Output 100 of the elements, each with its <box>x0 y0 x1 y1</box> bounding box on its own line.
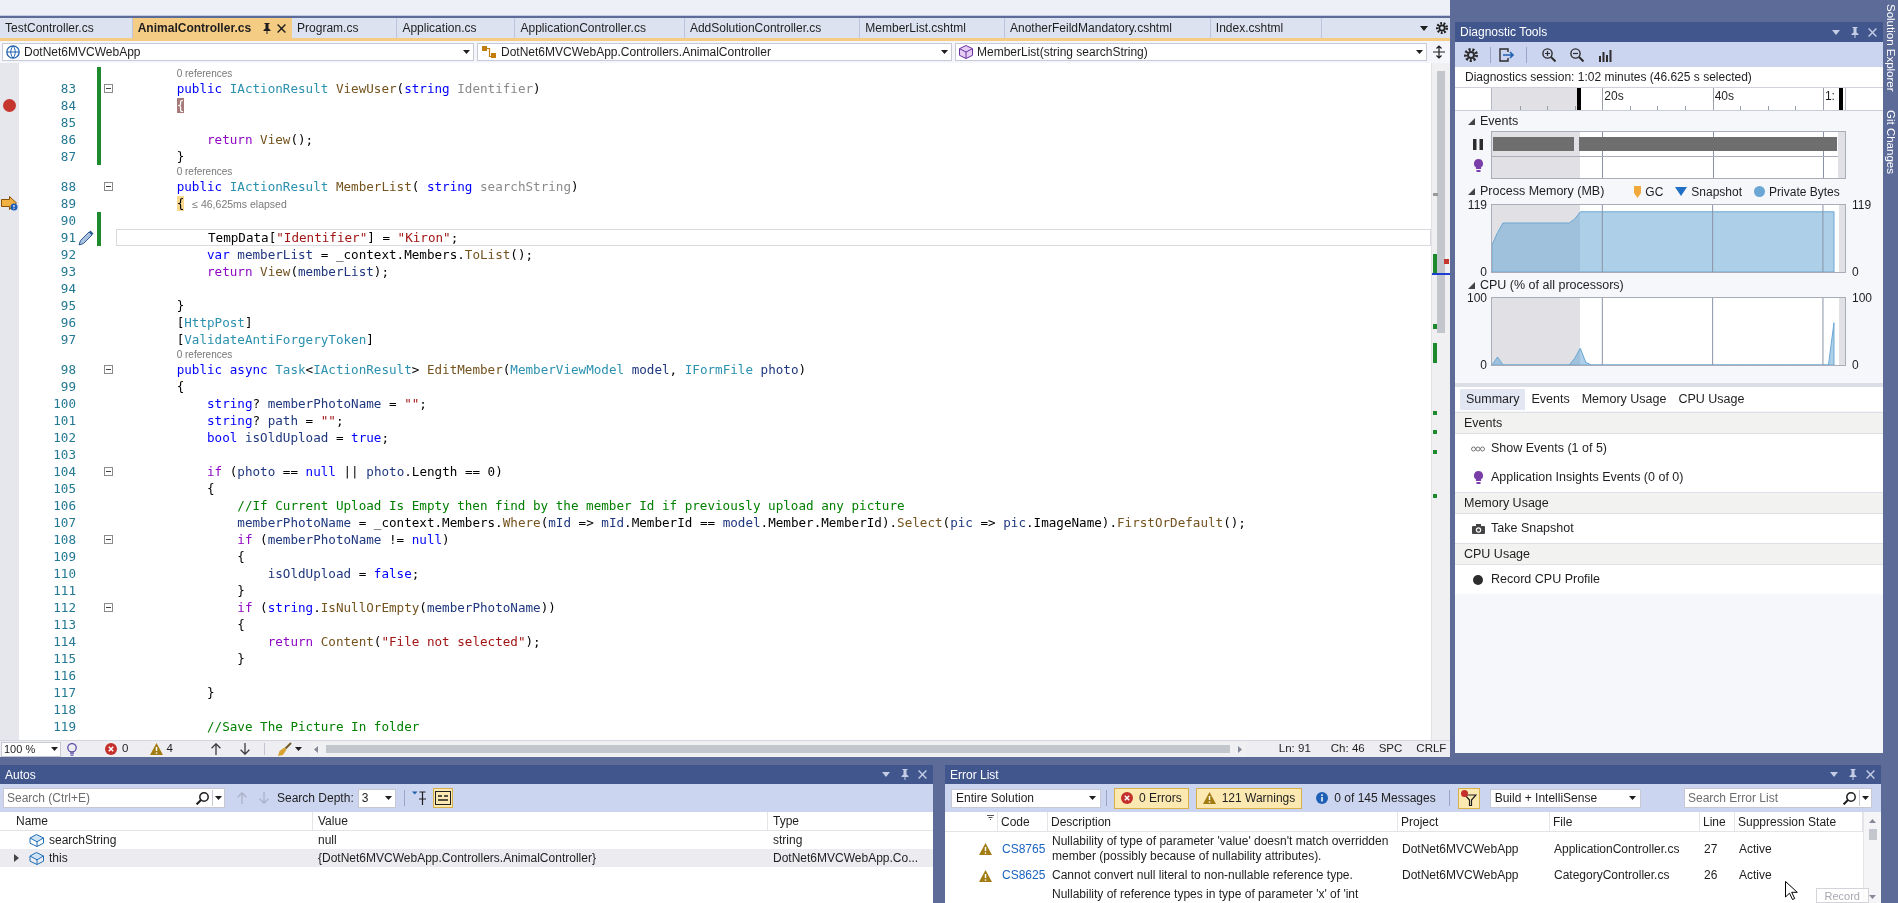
expander-icon[interactable] <box>1468 117 1475 125</box>
editor-tab[interactable]: AnimalController.cs <box>132 18 293 38</box>
up-arrow-icon[interactable] <box>210 743 221 755</box>
filter-toggle-button[interactable]: 0 of 145 Messages <box>1309 787 1443 809</box>
current-statement-icon[interactable] <box>1 196 18 211</box>
pencil-icon[interactable] <box>78 229 94 246</box>
summary-link[interactable]: Show Events (1 of 5) <box>1455 434 1883 463</box>
project-name: DotNet6MVCWebApp <box>1402 868 1519 882</box>
navigation-dropdown[interactable]: DotNet6MVCWebApp <box>2 43 474 61</box>
navigation-dropdown[interactable]: DotNet6MVCWebApp.Controllers.AnimalController <box>477 43 952 61</box>
filter-button[interactable] <box>1457 787 1480 809</box>
filter-toggle-button[interactable]: 0 Errors <box>1114 787 1189 809</box>
scroll-right-icon[interactable] <box>1237 745 1242 753</box>
error-code-link[interactable]: CS8765 <box>1002 841 1046 856</box>
expander-icon[interactable] <box>1468 188 1475 195</box>
close-icon[interactable] <box>277 23 287 33</box>
suppression-state: Active <box>1739 868 1772 882</box>
timeline-tick-label: 20s <box>1604 89 1624 103</box>
panel-tab[interactable]: Events <box>1525 388 1576 410</box>
column-filter-icon[interactable] <box>987 815 994 820</box>
chart-icon[interactable] <box>1598 47 1612 62</box>
summary-link[interactable]: Record CPU Profile <box>1455 565 1883 594</box>
error-code-link[interactable]: CS8625 <box>1002 868 1046 882</box>
down-arrow-icon[interactable] <box>239 743 250 755</box>
dropdown-icon[interactable] <box>1420 25 1428 31</box>
column-header[interactable]: Value <box>313 812 768 830</box>
split-view-icon[interactable] <box>1433 45 1445 59</box>
collapse-icon[interactable] <box>104 603 113 612</box>
panel-title: Diagnostic Tools <box>1460 24 1548 41</box>
codelens-link[interactable]: 0 references <box>176 67 233 80</box>
code-line: public async Task<IActionResult> EditMember(MemberViewModel model, IFormFile photo) <box>176 362 807 377</box>
settings-icon[interactable] <box>1464 47 1478 62</box>
warning-icon[interactable] <box>150 743 164 755</box>
breakpoint-icon[interactable] <box>3 99 16 112</box>
panel-tab[interactable]: CPU Usage <box>1672 388 1751 410</box>
source-dropdown[interactable]: Build + IntelliSense <box>1489 788 1641 808</box>
summary-link[interactable]: Take Snapshot <box>1455 514 1883 543</box>
collapse-icon[interactable] <box>104 84 113 93</box>
panel-tab[interactable]: Summary <box>1460 388 1526 410</box>
column-header[interactable]: Code <box>998 812 1048 831</box>
column-header[interactable]: Line <box>1700 812 1735 831</box>
line-number: 88 <box>60 179 76 194</box>
error-count[interactable]: 0 <box>122 740 129 758</box>
codelens-link[interactable]: 0 references <box>176 165 233 178</box>
export-icon[interactable] <box>1499 47 1515 62</box>
zoom-dropdown[interactable]: 100 % <box>1 741 61 757</box>
scrollbar-thumb[interactable] <box>1868 829 1877 840</box>
collapse-icon[interactable] <box>104 365 113 374</box>
whitespace-indicator[interactable]: SPC <box>1378 740 1403 758</box>
panel-tab[interactable]: Memory Usage <box>1575 388 1673 410</box>
change-marker <box>1433 343 1437 363</box>
vertical-scrollbar[interactable] <box>1431 63 1450 740</box>
pin-icon[interactable] <box>263 22 272 34</box>
line-number: 103 <box>53 447 76 462</box>
error-icon[interactable] <box>105 743 117 755</box>
zoom-in-icon[interactable] <box>1542 47 1556 62</box>
collapse-icon[interactable] <box>104 182 113 191</box>
filter-toggle-button[interactable]: 121 Warnings <box>1195 787 1303 809</box>
column-header[interactable]: Project <box>1398 812 1550 831</box>
scroll-down-icon[interactable] <box>1869 895 1876 899</box>
line-indicator[interactable]: Ln: 91 <box>1278 740 1311 758</box>
scrollbar-thumb[interactable] <box>1437 71 1445 333</box>
code-line: } <box>176 149 185 164</box>
brush-icon[interactable] <box>277 742 292 756</box>
bulb-icon[interactable] <box>66 742 78 756</box>
column-header[interactable]: File <box>1550 812 1700 831</box>
collapse-icon[interactable] <box>104 535 113 544</box>
warning-count[interactable]: 4 <box>166 740 173 758</box>
expand-arrow-icon[interactable] <box>14 854 19 862</box>
search-depth-dropdown[interactable]: 3 <box>357 788 396 808</box>
perf-tip[interactable]: ≤ 46,625ms elapsed <box>192 197 287 210</box>
vertical-scrollbar[interactable] <box>1863 812 1881 903</box>
legend-label: Snapshot <box>1691 183 1743 201</box>
toggle-button[interactable] <box>432 788 453 808</box>
expander-icon[interactable] <box>1468 281 1475 289</box>
column-header[interactable]: Type <box>768 812 933 830</box>
line-ending-indicator[interactable]: CRLF <box>1416 740 1447 758</box>
scroll-up-icon[interactable] <box>1869 819 1876 823</box>
side-tab[interactable]: Solution Explorer <box>1883 4 1898 92</box>
column-header[interactable]: Name <box>0 812 313 830</box>
zoom-out-icon[interactable] <box>1570 47 1584 62</box>
codelens-link[interactable]: 0 references <box>176 348 233 361</box>
code-line: public IActionResult MemberList( string searchString) <box>176 179 579 194</box>
navigation-dropdown[interactable]: MemberList(string searchString) <box>955 43 1427 61</box>
summary-link[interactable]: Application Insights Events (0 of 0) <box>1455 463 1883 492</box>
caret-icon[interactable] <box>294 747 302 751</box>
scroll-left-icon[interactable] <box>313 745 318 753</box>
variable-row[interactable]: this {DotNet6MVCWebApp.Controllers.AnimalController} DotNet6MVCWebApp.Co... <box>0 849 933 867</box>
panel-title: Autos <box>5 766 36 784</box>
section-title: CPU (% of all processors) <box>1480 276 1624 293</box>
side-tab[interactable]: Git Changes <box>1883 109 1898 174</box>
pause-icon[interactable] <box>1473 138 1483 150</box>
range-start-handle[interactable] <box>1577 88 1581 110</box>
collapse-icon[interactable] <box>104 467 113 476</box>
range-end-handle[interactable] <box>1839 88 1843 110</box>
scrollbar-thumb[interactable] <box>325 745 1230 753</box>
column-header[interactable]: Description <box>1048 812 1398 831</box>
settings-icon[interactable] <box>1436 22 1448 34</box>
column-indicator[interactable]: Ch: 46 <box>1330 740 1365 758</box>
scope-dropdown[interactable]: Entire Solution <box>951 788 1101 808</box>
